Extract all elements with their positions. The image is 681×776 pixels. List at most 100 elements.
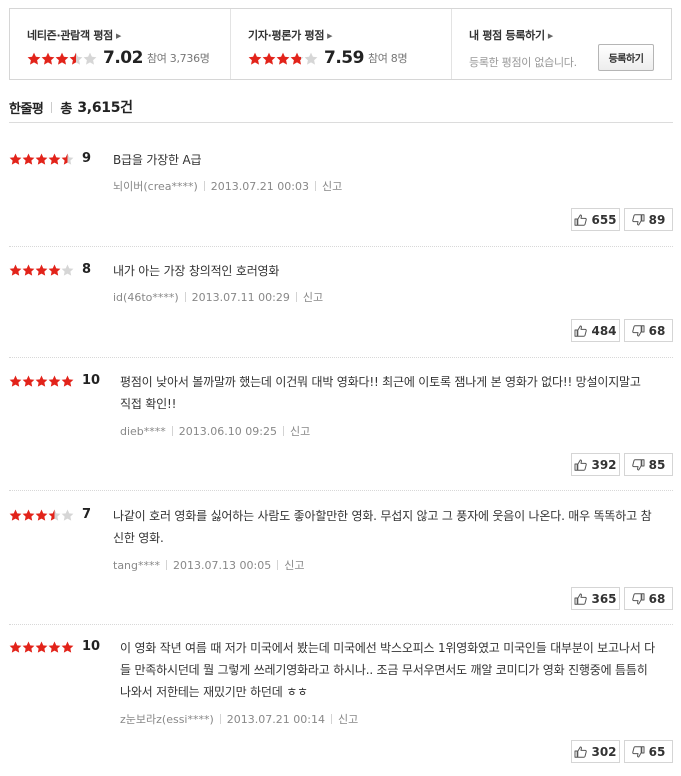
review-text: B급을 가장한 A급 [113,153,202,167]
star-filled-icon [48,375,61,387]
report-link[interactable]: 신고 [290,423,310,439]
review-star-rating [9,153,74,165]
vote-buttons: 484 68 [567,319,673,342]
like-count: 392 [591,457,617,472]
review-text: 내가 아는 가장 창의적인 호러영화 [113,264,280,278]
dislike-count: 68 [648,323,666,338]
thumbs-down-icon [631,324,645,337]
dislike-count: 89 [648,212,666,227]
like-count: 365 [591,591,617,606]
report-link[interactable]: 신고 [284,557,304,573]
critic-rating-row: 7.59 참여 8명 [248,48,408,68]
review-author[interactable]: z눈보라z(essi****) [120,711,214,727]
review-divider [9,490,673,491]
audience-rating-panel: 네티즌·관람객 평점 ▶ 7.02 참여 3,736명 [10,9,231,79]
arrow-right-icon: ▶ [547,32,553,40]
star-filled-icon [9,641,22,653]
dislike-button[interactable]: 85 [624,453,673,476]
my-rating-panel: 내 평점 등록하기 ▶ 등록한 평점이 없습니다. 등록하기 [452,9,671,79]
report-link[interactable]: 신고 [303,289,323,305]
audience-participants: 참여 3,736명 [146,52,210,65]
review-text: 평점이 낮아서 볼까말까 했는데 이건뭐 대박 영화다!! 최근에 이토록 잼나… [120,375,641,411]
vote-buttons: 392 85 [567,453,673,476]
review-rating: 10 [9,639,100,654]
review-list-title: 한줄평 [9,101,44,117]
review-star-rating [9,509,74,521]
like-button[interactable]: 365 [571,587,620,610]
meta-divider [171,426,173,436]
review-star-rating [9,375,74,387]
meta-divider [277,560,279,570]
dislike-button[interactable]: 65 [624,740,673,763]
review-divider [9,357,673,358]
review-author[interactable]: dieb**** [120,425,166,438]
header-divider-line [9,122,673,123]
meta-divider [184,292,186,302]
star-filled-icon [22,641,35,653]
dislike-count: 65 [648,744,666,759]
star-filled-icon [61,641,74,653]
meta-divider [282,426,284,436]
star-filled-icon [35,264,48,276]
star-filled-icon [22,264,35,276]
dislike-button[interactable]: 68 [624,587,673,610]
review-date: 2013.07.21 00:03 [210,179,309,193]
like-button[interactable]: 655 [571,208,620,231]
critic-rating-panel: 기자·평론가 평점 ▶ 7.59 참여 8명 [231,9,452,79]
review-meta: dieb**** 2013.06.10 09:25 신고 [120,423,310,439]
star-filled-icon [248,52,262,65]
review-divider [9,624,673,625]
vote-buttons: 302 65 [567,740,673,763]
review-list-header: 한줄평 총 3,615건 [9,97,133,117]
dislike-button[interactable]: 68 [624,319,673,342]
review-star-rating [9,641,74,653]
my-rating-description: 등록한 평점이 없습니다. [469,56,577,69]
like-count: 655 [591,212,617,227]
like-button[interactable]: 302 [571,740,620,763]
star-filled-icon [48,641,61,653]
star-half-icon [48,509,61,521]
star-filled-icon [48,264,61,276]
critic-participants: 참여 8명 [367,52,408,65]
star-filled-icon [276,52,290,65]
like-button[interactable]: 392 [571,453,620,476]
star-filled-icon [27,52,41,65]
thumbs-up-icon [574,745,588,758]
meta-divider [295,292,297,302]
audience-star-rating [27,52,97,65]
my-rating-title[interactable]: 내 평점 등록하기 ▶ [469,27,553,43]
critic-score: 7.59 [324,48,364,68]
star-empty-icon [304,52,318,65]
report-link[interactable]: 신고 [322,178,342,194]
star-filled-icon [9,509,22,521]
dislike-button[interactable]: 89 [624,208,673,231]
vote-buttons: 655 89 [567,208,673,231]
like-button[interactable]: 484 [571,319,620,342]
arrow-right-icon: ▶ [115,32,122,40]
dislike-count: 68 [648,591,666,606]
critic-rating-title[interactable]: 기자·평론가 평점 ▶ [248,27,333,43]
star-half-icon [290,52,304,65]
review-author[interactable]: 뇌이버(crea****) [113,178,198,194]
thumbs-up-icon [574,324,588,337]
report-link[interactable]: 신고 [338,711,358,727]
review-star-rating [9,264,74,276]
review-meta: z눈보라z(essi****) 2013.07.21 00:14 신고 [120,711,358,727]
thumbs-down-icon [631,592,645,605]
review-author[interactable]: id(46to****) [113,291,179,304]
star-half-icon [69,52,83,65]
review-date: 2013.06.10 09:25 [178,424,277,438]
audience-rating-title[interactable]: 네티즌·관람객 평점 ▶ [27,27,121,43]
review-text: 나같이 호러 영화를 싫어하는 사람도 좋아할만한 영화. 무섭지 않고 그 풍… [113,509,652,545]
review-score: 9 [82,151,92,166]
star-filled-icon [9,153,22,165]
star-filled-icon [35,153,48,165]
star-empty-icon [61,264,74,276]
star-half-icon [61,153,74,165]
meta-divider [314,181,316,191]
rating-summary-box: 네티즌·관람객 평점 ▶ 7.02 참여 3,736명 기자·평론가 평점 ▶ 7.… [9,8,672,80]
register-rating-button[interactable]: 등록하기 [598,44,654,71]
review-author[interactable]: tang**** [113,559,160,572]
star-filled-icon [35,641,48,653]
review-meta: tang**** 2013.07.13 00:05 신고 [113,557,304,573]
